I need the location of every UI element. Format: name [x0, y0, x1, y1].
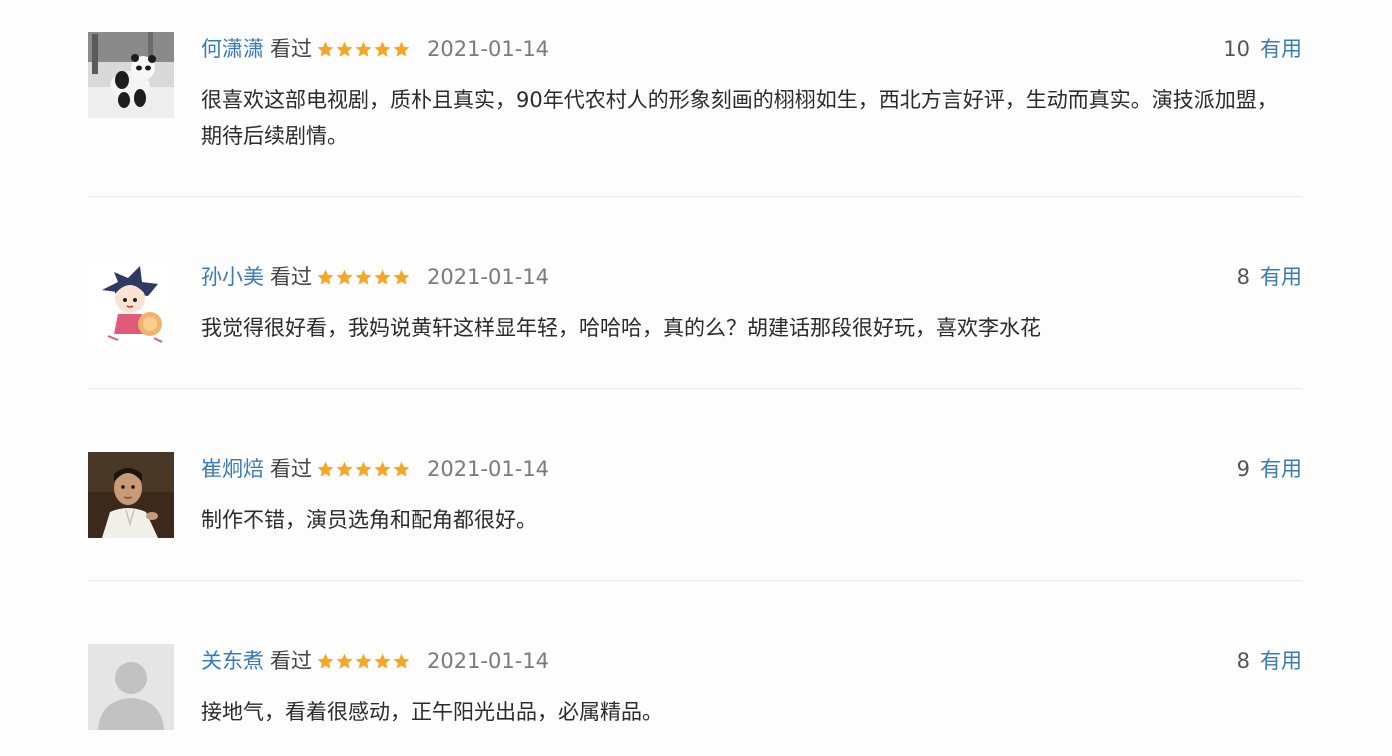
- review-meta: 何潇潇 看过 2021-01-14: [201, 32, 549, 66]
- star-icon: [316, 652, 335, 671]
- star-icon: [392, 652, 411, 671]
- star-rating: [316, 268, 411, 287]
- useful-count: 9: [1236, 457, 1250, 481]
- watch-status: 看过: [270, 649, 312, 673]
- star-icon: [373, 460, 392, 479]
- review-meta: 孙小美 看过 2021-01-14: [201, 260, 549, 294]
- star-icon: [354, 652, 373, 671]
- avatar[interactable]: [88, 452, 174, 538]
- star-icon: [335, 652, 354, 671]
- cartoon-girl-avatar-icon: [88, 260, 174, 346]
- useful-count: 10: [1223, 37, 1250, 61]
- username-link[interactable]: 崔炯焙: [201, 452, 264, 486]
- useful-vote: 8 有用: [1237, 644, 1302, 678]
- star-icon: [392, 268, 411, 287]
- divider: [88, 196, 1302, 197]
- review-list: 何潇潇 看过 2021-01-14 10 有用 很喜欢这部电视剧，质朴且真实，9…: [0, 0, 1392, 756]
- divider: [88, 388, 1302, 389]
- review-comment: 接地气，看着很感动，正午阳光出品，必属精品。: [201, 700, 663, 724]
- man-photo-avatar-icon: [88, 452, 174, 538]
- divider: [88, 580, 1302, 581]
- star-icon: [373, 652, 392, 671]
- review-meta: 崔炯焙 看过 2021-01-14: [201, 452, 549, 486]
- star-icon: [392, 460, 411, 479]
- star-icon: [373, 268, 392, 287]
- star-icon: [354, 40, 373, 59]
- review-date: 2021-01-14: [427, 37, 550, 61]
- watch-status: 看过: [270, 457, 312, 481]
- useful-button[interactable]: 有用: [1260, 644, 1302, 678]
- star-icon: [335, 460, 354, 479]
- useful-vote: 10 有用: [1223, 32, 1302, 66]
- star-icon: [316, 40, 335, 59]
- review-date: 2021-01-14: [427, 457, 550, 481]
- review-date: 2021-01-14: [427, 265, 550, 289]
- review-comment: 我觉得很好看，我妈说黄轩这样显年轻，哈哈哈，真的么？胡建话那段很好玩，喜欢李水花: [201, 316, 1041, 340]
- star-icon: [316, 460, 335, 479]
- useful-button[interactable]: 有用: [1260, 260, 1302, 294]
- useful-vote: 8 有用: [1237, 260, 1302, 294]
- useful-vote: 9 有用: [1237, 452, 1302, 486]
- star-icon: [335, 40, 354, 59]
- star-rating: [316, 460, 411, 479]
- username-link[interactable]: 何潇潇: [201, 32, 264, 66]
- review-comment: 制作不错，演员选角和配角都很好。: [201, 508, 537, 532]
- username-link[interactable]: 关东煮: [201, 644, 264, 678]
- username-link[interactable]: 孙小美: [201, 260, 264, 294]
- review-meta: 关东煮 看过 2021-01-14: [201, 644, 549, 678]
- avatar[interactable]: [88, 644, 174, 730]
- star-rating: [316, 652, 411, 671]
- watch-status: 看过: [270, 37, 312, 61]
- star-rating: [316, 40, 411, 59]
- star-icon: [335, 268, 354, 287]
- useful-button[interactable]: 有用: [1260, 452, 1302, 486]
- useful-count: 8: [1236, 649, 1250, 673]
- useful-count: 8: [1236, 265, 1250, 289]
- star-icon: [392, 40, 411, 59]
- star-icon: [316, 268, 335, 287]
- star-icon: [354, 268, 373, 287]
- star-icon: [373, 40, 392, 59]
- avatar[interactable]: [88, 32, 174, 118]
- useful-button[interactable]: 有用: [1260, 32, 1302, 66]
- panda-avatar-icon: [88, 32, 174, 118]
- review-comment: 很喜欢这部电视剧，质朴且真实，90年代农村人的形象刻画的栩栩如生，西北方言好评，…: [201, 88, 1278, 148]
- default-user-avatar-icon: [88, 644, 174, 730]
- star-icon: [354, 460, 373, 479]
- watch-status: 看过: [270, 265, 312, 289]
- avatar[interactable]: [88, 260, 174, 346]
- review-date: 2021-01-14: [427, 649, 550, 673]
